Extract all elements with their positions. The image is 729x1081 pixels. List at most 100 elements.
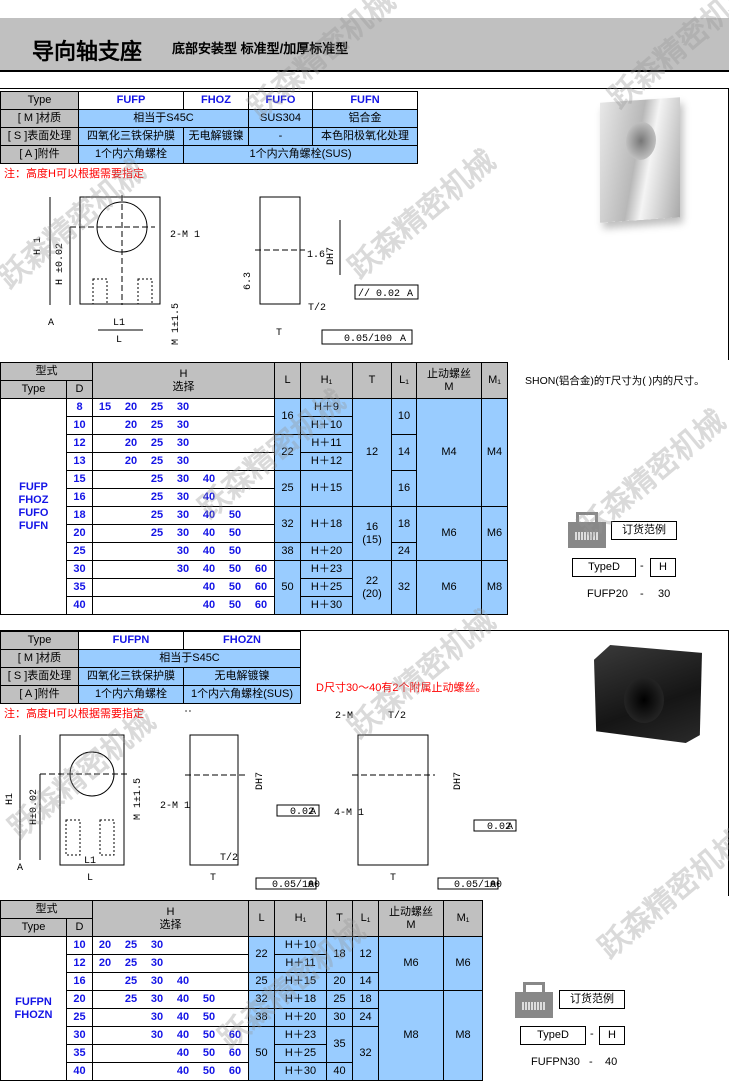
h-option: 20 <box>98 939 112 951</box>
label-t2: T/2 <box>220 852 238 864</box>
m1-value: M4 <box>481 398 508 507</box>
label-parallel-005: 0.05/100 <box>344 333 392 345</box>
l1-value: 14 <box>391 434 417 471</box>
table-row: 30 30 40 50 60 50 H＋23 22 (20) 32 M6 M8 <box>1 560 508 615</box>
d-value: 20 <box>66 524 93 543</box>
h-options: 25 30 40 <box>92 488 275 507</box>
t-value: 16 (15) <box>352 506 392 561</box>
h-options: 25 30 40 <box>92 470 275 489</box>
accessory-value: 1个内六角螺栓(SUS) <box>183 685 301 704</box>
h-options: 25 30 40 50 <box>92 524 275 543</box>
header-type: Type <box>0 918 67 937</box>
d-value: 16 <box>66 972 93 991</box>
label-t: T <box>276 328 282 339</box>
h1-value: H＋30 <box>300 596 353 615</box>
h-options: 25 30 40 50 <box>92 990 249 1009</box>
d-value: 30 <box>66 560 93 579</box>
header-h1: H₁ <box>274 900 327 937</box>
l1-value: 32 <box>352 1026 379 1081</box>
h-option: 25 <box>150 455 164 467</box>
label-t: T <box>210 873 216 884</box>
order-example-label: 订货范例 <box>611 521 677 540</box>
h1-value: H＋11 <box>300 434 353 453</box>
header-type-cn: 型式 <box>0 362 93 381</box>
l1-value: 14 <box>352 972 379 991</box>
label-datum: A <box>308 880 314 891</box>
m-value: M6 <box>416 506 482 561</box>
h-option: 30 <box>150 957 164 969</box>
h-options: 25 30 40 <box>92 972 249 991</box>
d-value: 8 <box>66 398 93 417</box>
example-type: FUFPN30 <box>531 1056 580 1068</box>
table-row: 18 25 30 40 50 32 H＋18 16 (15) 18 M6 M6 <box>1 506 508 561</box>
label-dh7: DH7 <box>255 772 266 790</box>
dash: - <box>640 560 644 572</box>
t-value: 25 <box>326 990 353 1009</box>
h-options: 40 50 60 <box>92 578 275 597</box>
label-t2: T/2 <box>308 302 326 314</box>
h-options: 20 25 30 <box>92 416 275 435</box>
type-fhoz: FHOZ <box>183 91 249 110</box>
t-value: 35 <box>326 1026 353 1063</box>
label-parallel-sym: // <box>358 288 370 300</box>
surface-value: - <box>248 127 313 146</box>
h-option: 40 <box>202 581 216 593</box>
t-value: 22 (20) <box>352 560 392 615</box>
d-value: 12 <box>66 434 93 453</box>
header-m1: M₁ <box>443 900 483 937</box>
accessory-value: 1个内六角螺栓 <box>78 685 184 704</box>
h-option: 50 <box>202 993 216 1005</box>
type-fhozn: FHOZN <box>183 631 301 650</box>
h-option: 40 <box>176 1065 190 1077</box>
label-l: L <box>116 335 122 345</box>
header-d: D <box>66 380 93 399</box>
m1-value: M6 <box>481 506 508 561</box>
h-option: 30 <box>176 527 190 539</box>
accessory-value: 1个内六角螺栓(SUS) <box>183 145 418 164</box>
m1-value: M8 <box>443 990 483 1081</box>
l1-value: 24 <box>352 1008 379 1027</box>
h-option: 40 <box>176 1011 190 1023</box>
h-option: 60 <box>254 599 268 611</box>
d-value: 10 <box>66 416 93 435</box>
surface-label: [ S ]表面处理 <box>0 127 79 146</box>
label-roughness-63: 6.3 <box>243 272 254 290</box>
h-option: 50 <box>228 545 242 557</box>
t-value: 40 <box>326 1062 353 1081</box>
l-value: 22 <box>274 434 301 471</box>
l-value: 50 <box>248 1026 275 1081</box>
l1-value: 12 <box>352 936 379 973</box>
accessory-label: [ A ]附件 <box>0 685 79 704</box>
d-value: 15 <box>66 470 93 489</box>
h-option: 25 <box>150 491 164 503</box>
label-datum: A <box>490 880 496 891</box>
h-option: 40 <box>202 527 216 539</box>
l-value: 38 <box>274 542 301 561</box>
h-option: 25 <box>124 993 138 1005</box>
h-option: 50 <box>202 1011 216 1023</box>
label-datum: A <box>400 334 406 345</box>
h-option: 40 <box>176 1029 190 1041</box>
label-m1-height: M 1±1.5 <box>133 778 144 820</box>
type-fufn: FUFN <box>312 91 418 110</box>
surface-value: 四氧化三铁保护膜 <box>78 127 184 146</box>
type-list: FUFPN FHOZN <box>0 936 67 1081</box>
t-value: 12 <box>352 398 392 507</box>
t-value: 20 <box>326 972 353 991</box>
label-4m1: 4-M 1 <box>334 808 364 819</box>
table-row: 20 25 30 40 50 32 H＋18 25 18 M8 M8 <box>1 990 483 1081</box>
h-option: 30 <box>150 939 164 951</box>
label-t2-top: T/2 <box>388 710 406 722</box>
h-option: 60 <box>228 1029 242 1041</box>
example-type: FUFP20 <box>587 588 628 600</box>
surface-value: 无电解镀镍 <box>183 127 249 146</box>
h1-value: H＋10 <box>274 936 327 955</box>
label-h: H±0.02 <box>29 789 40 825</box>
l-value: 22 <box>248 936 275 973</box>
t-value: 30 <box>326 1008 353 1027</box>
label-2m: 2-M <box>335 711 353 722</box>
d-value: 25 <box>66 1008 93 1027</box>
h-options: 20 25 30 <box>92 936 249 955</box>
h1-value: H＋18 <box>274 990 327 1009</box>
h-options: 20 25 30 <box>92 452 275 471</box>
